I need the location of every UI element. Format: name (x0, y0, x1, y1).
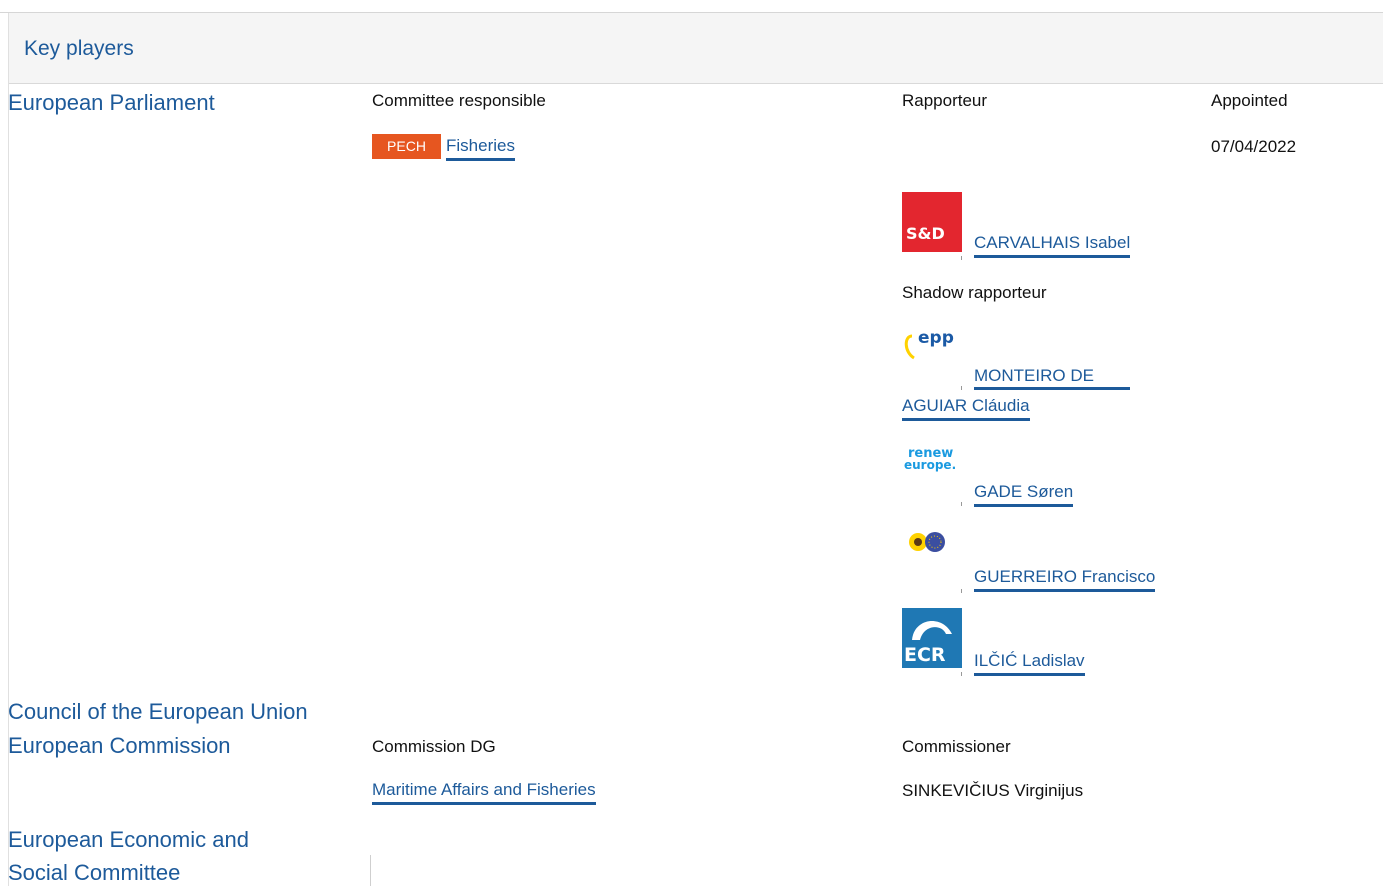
greens-efa-icon (909, 532, 945, 552)
section-title: Key players (24, 37, 134, 60)
ecr-logo-text: ECR (904, 644, 946, 666)
institution-eesc-line2: Social Committee (8, 860, 181, 885)
appointed-date: 07/04/2022 (1211, 137, 1297, 156)
shadow-1-link-line2[interactable]: AGUIAR Cláudia (902, 396, 1030, 421)
shadow-1-underline (974, 387, 1130, 390)
epp-group-logo: epp (902, 322, 962, 382)
commissioner-header: Commissioner (902, 737, 1011, 756)
key-players-panel: Key players European Parliament Committe… (0, 0, 1383, 886)
institution-council: Council of the European Union (8, 699, 308, 724)
commission-dg-header: Commission DG (372, 737, 496, 756)
shadow-rapporteur-header: Shadow rapporteur (902, 283, 1047, 302)
committee-code-badge: PECH (372, 134, 441, 159)
logo-tick (961, 672, 962, 676)
commissioner-name: SINKEVIČIUS Virginijus (902, 781, 1084, 800)
greens-efa-group-logo (902, 525, 962, 585)
logo-tick (961, 386, 962, 390)
institution-european-parliament: European Parliament (8, 90, 215, 115)
shadow-1-link-line1[interactable]: MONTEIRO DE (974, 366, 1094, 386)
institution-eesc-line1: European Economic and (8, 827, 249, 852)
shadow-4-link[interactable]: ILČIĆ Ladislav (974, 651, 1085, 676)
renew-group-logo: renew europe. (902, 438, 962, 498)
institution-european-commission: European Commission (8, 733, 231, 758)
committee-fisheries-link[interactable]: Fisheries (446, 136, 515, 161)
appointed-header: Appointed (1211, 91, 1288, 110)
logo-tick (961, 589, 962, 593)
epp-logo-text: epp (918, 328, 954, 348)
shadow-2-link[interactable]: GADE Søren (974, 482, 1074, 507)
sd-group-logo: S&D (902, 192, 962, 252)
ecr-group-logo: ECR (902, 608, 962, 668)
rapporteur-header: Rapporteur (902, 91, 988, 110)
shadow-3-link[interactable]: GUERREIRO Francisco (974, 567, 1156, 592)
commission-dg-link[interactable]: Maritime Affairs and Fisheries (372, 780, 596, 805)
logo-tick (961, 256, 962, 260)
key-players-header (8, 13, 1383, 84)
sd-logo-text: S&D (906, 224, 945, 243)
logo-tick (961, 502, 962, 506)
rapporteur-link[interactable]: CARVALHAIS Isabel (974, 233, 1131, 258)
renew-logo-line2: europe. (904, 458, 957, 472)
column-divider (370, 855, 371, 886)
left-border (8, 83, 9, 886)
committee-responsible-header: Committee responsible (372, 91, 546, 110)
